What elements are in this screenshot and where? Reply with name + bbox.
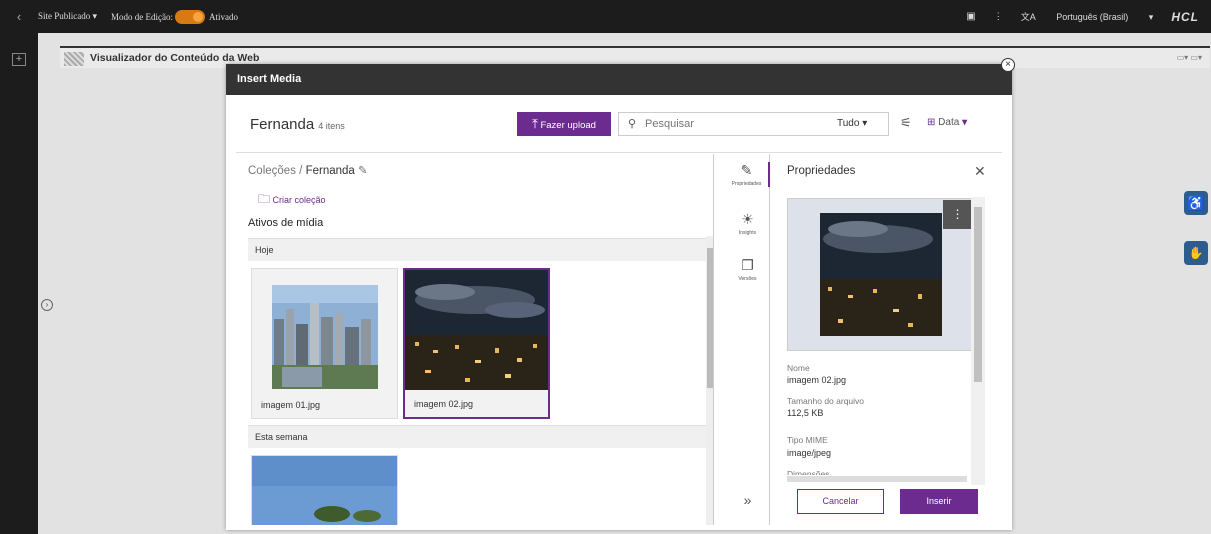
media-picker: Fernanda4 itens ⤒ Fazer upload ⚲ Tudo ▾ … (236, 95, 1002, 525)
back-chevron-icon[interactable]: ‹ (0, 9, 38, 24)
search-icon: ⚲ (628, 118, 637, 130)
add-content-icon[interactable]: + (12, 53, 26, 66)
left-sidebar: + (0, 33, 38, 534)
folder-plus-icon: 🗀 (258, 192, 271, 206)
folder-title: Fernanda 4 itens (250, 116, 345, 133)
sort-label: Data (938, 117, 960, 128)
more-options-icon[interactable]: ⋮ (943, 200, 972, 229)
section-header-today: Hoje (248, 238, 706, 261)
tab-versions[interactable]: ❐ Versões (725, 257, 770, 282)
dimensions-label: Dimensões (787, 469, 830, 475)
breadcrumb-current: Fernanda (305, 165, 355, 177)
language-label: Português (Brasil) (1056, 12, 1129, 22)
media-list-pane: Coleções / Fernanda ✎ 🗀 Criar coleção At… (236, 154, 714, 525)
wrench-icon: ✎ (740, 162, 753, 178)
site-status-dropdown[interactable]: Site Publicado ▾ (38, 11, 97, 22)
asset-name: imagem 02.jpg (414, 399, 474, 409)
asset-thumbnail (252, 456, 397, 525)
mime-value: image/jpeg (787, 448, 832, 458)
assets-heading: Ativos de mídia (248, 217, 324, 229)
sign-language-icon[interactable]: ✋ (1184, 241, 1208, 265)
grid-icon: ⊞ (927, 117, 936, 128)
asset-name: imagem 01.jpg (261, 400, 321, 410)
properties-scrollbar[interactable] (971, 197, 985, 485)
filter-dropdown[interactable]: Tudo ▾ (837, 118, 867, 129)
upload-icon: ⤒ (532, 116, 538, 131)
edit-mode-state: Ativado (209, 11, 239, 22)
dialog-title: Insert Media (226, 64, 1012, 95)
insert-media-dialog: Insert Media × Fernanda 4 itens ⤒ Fazer u… (226, 58, 1015, 530)
chevron-down-icon: ▾ (962, 117, 968, 128)
topbar-right: ▣ ⋮ 文A Português (Brasil) ▾ HCL (966, 0, 1211, 33)
list-scrollbar[interactable] (706, 236, 713, 525)
create-collection-button[interactable]: 🗀 Criar coleção (258, 190, 326, 211)
edit-wrench-icon[interactable]: ✎ (358, 165, 368, 177)
close-panel-icon[interactable]: ✕ (974, 163, 986, 180)
properties-panel: Propriedades ✕ ⋮ Nome imagem 02.jpg Tama… (771, 154, 1002, 525)
filter-value: Tudo (837, 118, 860, 129)
breadcrumb: Coleções / Fernanda ✎ (248, 163, 368, 177)
portlet-title: Visualizador do Conteúdo da Web (90, 52, 260, 64)
size-label: Tamanho do arquivo (787, 396, 865, 406)
asset-card-selected[interactable]: imagem 02.jpg (403, 268, 550, 419)
folder-name: Fernanda (250, 116, 315, 133)
sun-icon: ☀ (741, 211, 754, 227)
item-count: 4 itens (318, 121, 345, 131)
size-value: 112,5 KB (787, 408, 824, 418)
filter-sliders-icon[interactable]: ⚟ (900, 115, 912, 131)
hcl-logo: HCL (1171, 9, 1199, 24)
image-preview: ⋮ (787, 198, 973, 351)
collapse-double-chevron-icon[interactable]: » (725, 492, 770, 508)
tab-label: Insights (738, 230, 757, 236)
tab-label: Propriedades (731, 181, 762, 187)
scrollbar-thumb[interactable] (707, 248, 713, 388)
language-dropdown[interactable]: 文A Português (Brasil) ▾ (1021, 10, 1154, 23)
horizontal-scrollbar[interactable] (787, 476, 967, 482)
translate-icon: 文A (1020, 12, 1036, 22)
mime-label: Tipo MIME (787, 435, 828, 445)
edit-mode-label: Modo de Edição: (111, 11, 174, 22)
asset-card[interactable]: imagem 01.jpg (251, 268, 398, 419)
edit-mode-toggle[interactable] (175, 9, 206, 24)
breadcrumb-separator: / (299, 165, 303, 177)
side-tabs: ✎ Propriedades ☀ Insights ❐ Versões » (725, 154, 770, 525)
portlet-actions-icon[interactable]: ▭▾ ▭▾ (1177, 53, 1202, 62)
tab-properties[interactable]: ✎ Propriedades (725, 162, 770, 187)
tab-label: Versões (738, 276, 757, 282)
name-value: imagem 02.jpg (787, 375, 847, 385)
media-toolbar: Fernanda4 itens ⤒ Fazer upload ⚲ Tudo ▾ … (236, 95, 1002, 153)
tab-insights[interactable]: ☀ Insights (725, 211, 770, 236)
sort-dropdown[interactable]: ⊞ Data ▾ (927, 117, 967, 128)
close-icon[interactable]: × (1001, 58, 1015, 72)
properties-heading: Propriedades (787, 165, 856, 177)
create-collection-label: Criar coleção (272, 195, 326, 205)
cancel-button[interactable]: Cancelar (797, 489, 884, 514)
accessibility-icon[interactable]: ♿ (1184, 191, 1208, 215)
section-header-this-week: Esta semana (248, 425, 706, 448)
top-toolbar: ‹ Site Publicado ▾ Modo de Edição: Ativa… (0, 0, 1211, 33)
asset-thumbnail (405, 270, 548, 390)
insert-button[interactable]: Inserir (900, 489, 978, 514)
asset-card[interactable] (251, 455, 398, 525)
scrollbar-thumb[interactable] (974, 207, 982, 382)
upload-button[interactable]: ⤒ Fazer upload (517, 112, 611, 136)
breadcrumb-root[interactable]: Coleções (248, 165, 296, 177)
copy-icon: ❐ (741, 257, 754, 273)
expand-circle-icon[interactable]: › (41, 299, 53, 311)
upload-label: Fazer upload (540, 120, 596, 131)
name-label: Nome (787, 363, 810, 373)
asset-thumbnail (272, 285, 378, 389)
drag-handle-icon[interactable] (64, 52, 84, 66)
panel-icon[interactable]: ▣ (966, 11, 975, 22)
site-status-label: Site Publicado (38, 11, 91, 21)
more-vertical-icon[interactable]: ⋮ (994, 11, 1003, 22)
